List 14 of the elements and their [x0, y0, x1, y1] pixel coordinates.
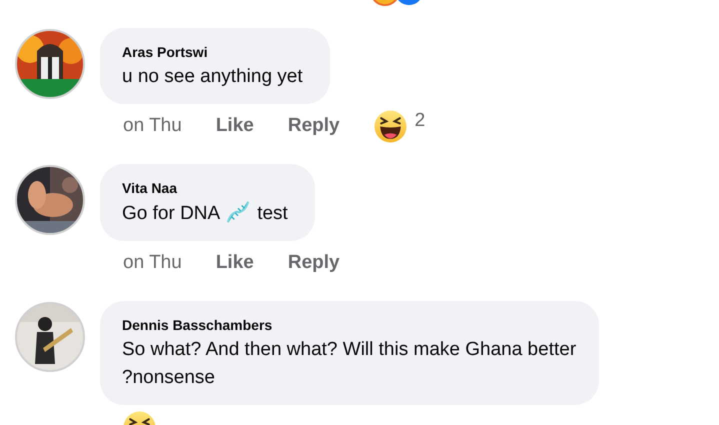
reply-link[interactable]: Reply	[288, 252, 340, 274]
reply-link[interactable]: Reply	[288, 115, 340, 137]
author-name[interactable]: Aras Portswi	[122, 43, 308, 61]
reaction-count: 2	[414, 110, 426, 132]
comment-text: Go for DNA	[122, 203, 220, 224]
comment-text: test	[257, 203, 288, 224]
comment-time: on Thu	[123, 252, 182, 274]
comment-text: So what? And then what? Will this make Ghana better ?nonsense	[122, 339, 576, 388]
like-link[interactable]: Like	[216, 115, 254, 137]
comment-time: on Thu	[123, 115, 182, 137]
comment-text: u no see anything yet	[122, 66, 303, 87]
author-name[interactable]: Dennis Basschambers	[122, 316, 577, 334]
author-name[interactable]: Vita Naa	[122, 179, 293, 197]
like-link[interactable]: Like	[216, 252, 254, 274]
